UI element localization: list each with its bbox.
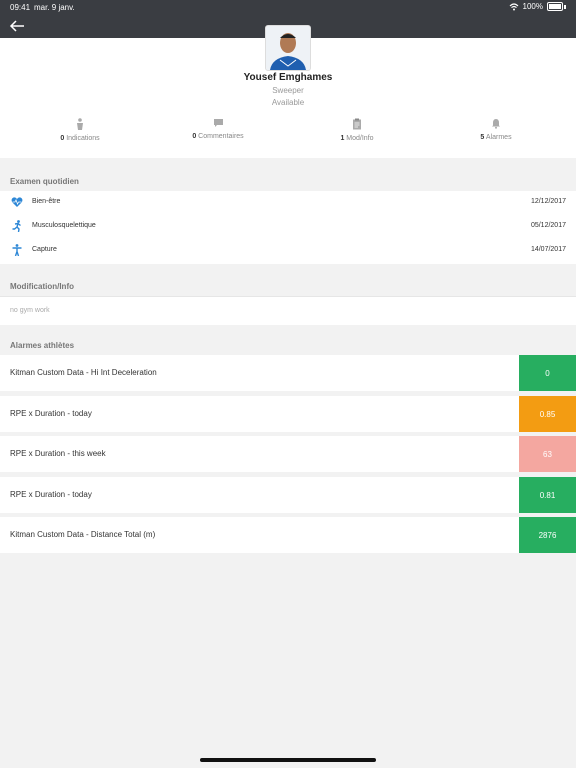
battery-tip — [564, 4, 566, 9]
alarm-label: RPE x Duration - today — [10, 409, 92, 418]
daily-row-date: 05/12/2017 — [530, 222, 566, 229]
alarm-value-badge: 2876 — [519, 517, 576, 553]
profile-header: Yousef Emghames Sweeper Available 0 Indi… — [0, 25, 576, 158]
status-date: mar. 9 janv. — [34, 3, 75, 12]
stat-indications-count: 0 — [60, 135, 65, 142]
avatar[interactable] — [265, 25, 311, 71]
stat-comments-count: 0 — [192, 133, 197, 140]
avatar-image — [266, 26, 310, 70]
alarm-value-badge: 0.81 — [519, 477, 576, 513]
battery-icon — [547, 2, 563, 11]
section-title-daily: Examen quotidien — [10, 177, 79, 186]
stat-comments-label: Commentaires — [198, 133, 244, 140]
stat-indications[interactable]: 0 Indications — [20, 118, 140, 142]
clipboard-icon — [353, 118, 361, 130]
daily-row-date: 14/07/2017 — [530, 246, 566, 253]
alarm-value-badge: 0.85 — [519, 396, 576, 432]
stat-alarms-count: 5 — [480, 134, 485, 141]
person-standing-icon — [12, 244, 22, 256]
back-arrow-icon[interactable] — [9, 18, 25, 34]
stat-alarms[interactable]: 5 Alarmes — [436, 118, 556, 141]
alarm-label: Kitman Custom Data - Hi Int Deceleration — [10, 368, 157, 377]
availability-status: Available — [271, 98, 305, 107]
status-right: 100% — [509, 2, 566, 11]
status-time: 09:41 — [10, 3, 31, 12]
alarm-value-badge: 63 — [519, 436, 576, 472]
alarm-row[interactable]: Kitman Custom Data - Distance Total (m) … — [0, 517, 576, 553]
alarm-row[interactable]: RPE x Duration - this week 63 — [0, 436, 576, 472]
comment-icon — [213, 119, 223, 127]
daily-row-wellbeing[interactable]: Bien-être 12/12/2017 — [0, 191, 576, 215]
wifi-icon — [509, 2, 518, 10]
home-indicator[interactable] — [200, 758, 376, 762]
alarm-label: Kitman Custom Data - Distance Total (m) — [10, 530, 156, 539]
battery-percent: 100% — [522, 2, 543, 11]
daily-row-label: Musculosquelettique — [32, 222, 96, 229]
stat-indications-label: Indications — [66, 135, 100, 142]
daily-row-capture[interactable]: Capture 14/07/2017 — [0, 239, 576, 264]
athlete-position: Sweeper — [272, 86, 304, 95]
heart-pulse-icon — [11, 197, 23, 207]
modification-note: no gym work — [0, 296, 576, 325]
daily-row-date: 12/12/2017 — [530, 198, 566, 205]
daily-row-label: Bien-être — [32, 198, 61, 205]
alarm-label: RPE x Duration - this week — [10, 449, 106, 458]
modification-note-text: no gym work — [10, 307, 50, 314]
alarm-value-badge: 0 — [519, 355, 576, 391]
daily-row-musculoskeletal[interactable]: Musculosquelettique 05/12/2017 — [0, 215, 576, 239]
alarm-label: RPE x Duration - today — [10, 490, 92, 499]
stat-modinfo-label: Mod/Info — [346, 135, 374, 142]
bell-icon — [492, 119, 500, 129]
stat-comments[interactable]: 0 Commentaires — [158, 118, 278, 140]
person-icon — [77, 118, 83, 130]
athlete-name: Yousef Emghames — [243, 72, 333, 83]
daily-row-label: Capture — [32, 246, 57, 253]
running-icon — [12, 220, 21, 232]
stat-modinfo[interactable]: 1 Mod/Info — [297, 118, 417, 142]
stat-modinfo-count: 1 — [340, 135, 345, 142]
section-title-modification: Modification/Info — [10, 282, 74, 291]
stat-alarms-label: Alarmes — [485, 134, 512, 141]
alarm-row[interactable]: Kitman Custom Data - Hi Int Deceleration… — [0, 355, 576, 391]
section-title-alarms: Alarmes athlètes — [10, 341, 75, 350]
alarm-row[interactable]: RPE x Duration - today 0.81 — [0, 477, 576, 513]
alarm-row[interactable]: RPE x Duration - today 0.85 — [0, 396, 576, 432]
